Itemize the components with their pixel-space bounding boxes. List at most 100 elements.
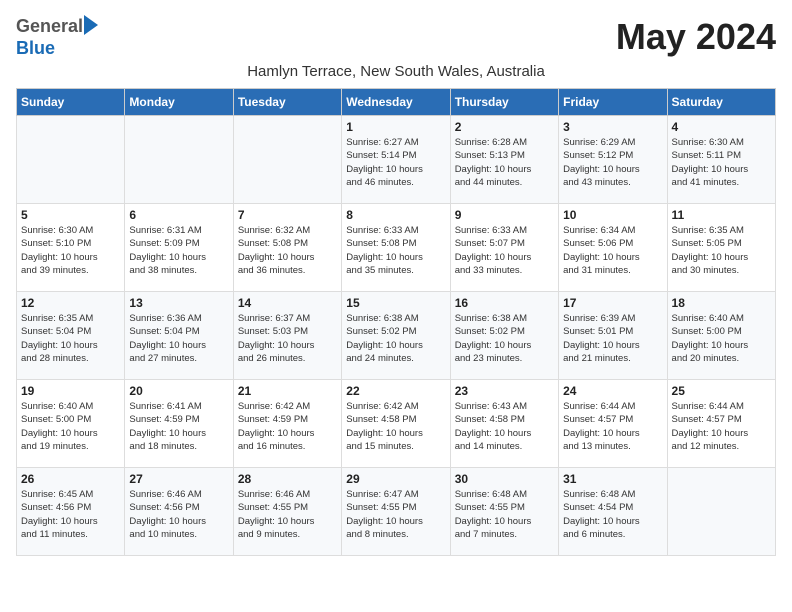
calendar-cell: 27 Sunrise: 6:46 AM Sunset: 4:56 PM Dayli… — [125, 468, 233, 556]
location-title: Hamlyn Terrace, New South Wales, Austral… — [16, 63, 776, 80]
calendar-cell: 19 Sunrise: 6:40 AM Sunset: 5:00 PM Dayli… — [17, 380, 125, 468]
day-info: Sunrise: 6:48 AM Sunset: 4:55 PM Dayligh… — [455, 488, 554, 541]
day-info: Sunrise: 6:47 AM Sunset: 4:55 PM Dayligh… — [346, 488, 445, 541]
day-info: Sunrise: 6:30 AM Sunset: 5:10 PM Dayligh… — [21, 224, 120, 277]
calendar-cell — [667, 468, 775, 556]
day-info: Sunrise: 6:31 AM Sunset: 5:09 PM Dayligh… — [129, 224, 228, 277]
calendar-cell: 29 Sunrise: 6:47 AM Sunset: 4:55 PM Dayli… — [342, 468, 450, 556]
calendar-cell: 16 Sunrise: 6:38 AM Sunset: 5:02 PM Dayli… — [450, 292, 558, 380]
calendar-cell: 2 Sunrise: 6:28 AM Sunset: 5:13 PM Daylig… — [450, 116, 558, 204]
day-number: 4 — [672, 120, 771, 134]
day-number: 29 — [346, 472, 445, 486]
calendar-week-5: 26 Sunrise: 6:45 AM Sunset: 4:56 PM Dayli… — [17, 468, 776, 556]
header-thursday: Thursday — [450, 89, 558, 116]
day-info: Sunrise: 6:30 AM Sunset: 5:11 PM Dayligh… — [672, 136, 771, 189]
calendar-cell: 14 Sunrise: 6:37 AM Sunset: 5:03 PM Dayli… — [233, 292, 341, 380]
day-number: 20 — [129, 384, 228, 398]
day-info: Sunrise: 6:41 AM Sunset: 4:59 PM Dayligh… — [129, 400, 228, 453]
calendar-cell: 11Sunrise: 6:35 AM Sunset: 5:05 PM Dayli… — [667, 204, 775, 292]
day-number: 30 — [455, 472, 554, 486]
day-info: Sunrise: 6:42 AM Sunset: 4:59 PM Dayligh… — [238, 400, 337, 453]
calendar-cell: 15 Sunrise: 6:38 AM Sunset: 5:02 PM Dayli… — [342, 292, 450, 380]
day-number: 25 — [672, 384, 771, 398]
day-info: Sunrise: 6:45 AM Sunset: 4:56 PM Dayligh… — [21, 488, 120, 541]
calendar-cell: 24 Sunrise: 6:44 AM Sunset: 4:57 PM Dayli… — [559, 380, 667, 468]
day-info: Sunrise: 6:40 AM Sunset: 5:00 PM Dayligh… — [672, 312, 771, 365]
calendar-cell: 26 Sunrise: 6:45 AM Sunset: 4:56 PM Dayli… — [17, 468, 125, 556]
logo-blue: Blue — [16, 38, 55, 58]
day-info: Sunrise: 6:44 AM Sunset: 4:57 PM Dayligh… — [672, 400, 771, 453]
calendar-header-row: SundayMondayTuesdayWednesdayThursdayFrid… — [17, 89, 776, 116]
day-number: 9 — [455, 208, 554, 222]
day-info: Sunrise: 6:35 AM Sunset: 5:04 PM Dayligh… — [21, 312, 120, 365]
day-number: 22 — [346, 384, 445, 398]
day-number: 19 — [21, 384, 120, 398]
logo-general: General — [16, 16, 83, 36]
calendar-table: SundayMondayTuesdayWednesdayThursdayFrid… — [16, 88, 776, 556]
day-number: 5 — [21, 208, 120, 222]
day-number: 11 — [672, 208, 771, 222]
calendar-cell: 9 Sunrise: 6:33 AM Sunset: 5:07 PM Daylig… — [450, 204, 558, 292]
day-info: Sunrise: 6:48 AM Sunset: 4:54 PM Dayligh… — [563, 488, 662, 541]
day-number: 27 — [129, 472, 228, 486]
calendar-cell — [17, 116, 125, 204]
month-title: May 2024 — [616, 16, 776, 58]
calendar-week-2: 5 Sunrise: 6:30 AM Sunset: 5:10 PM Daylig… — [17, 204, 776, 292]
day-number: 3 — [563, 120, 662, 134]
calendar-cell: 31Sunrise: 6:48 AM Sunset: 4:54 PM Dayli… — [559, 468, 667, 556]
calendar-cell: 3 Sunrise: 6:29 AM Sunset: 5:12 PM Daylig… — [559, 116, 667, 204]
day-number: 7 — [238, 208, 337, 222]
header-wednesday: Wednesday — [342, 89, 450, 116]
calendar-cell: 13Sunrise: 6:36 AM Sunset: 5:04 PM Dayli… — [125, 292, 233, 380]
calendar-week-4: 19 Sunrise: 6:40 AM Sunset: 5:00 PM Dayli… — [17, 380, 776, 468]
day-number: 12 — [21, 296, 120, 310]
day-number: 16 — [455, 296, 554, 310]
day-info: Sunrise: 6:34 AM Sunset: 5:06 PM Dayligh… — [563, 224, 662, 277]
day-info: Sunrise: 6:27 AM Sunset: 5:14 PM Dayligh… — [346, 136, 445, 189]
calendar-cell: 4 Sunrise: 6:30 AM Sunset: 5:11 PM Daylig… — [667, 116, 775, 204]
day-number: 26 — [21, 472, 120, 486]
day-number: 17 — [563, 296, 662, 310]
header-monday: Monday — [125, 89, 233, 116]
day-info: Sunrise: 6:44 AM Sunset: 4:57 PM Dayligh… — [563, 400, 662, 453]
day-number: 2 — [455, 120, 554, 134]
day-info: Sunrise: 6:28 AM Sunset: 5:13 PM Dayligh… — [455, 136, 554, 189]
calendar-cell: 7 Sunrise: 6:32 AM Sunset: 5:08 PM Daylig… — [233, 204, 341, 292]
header-friday: Friday — [559, 89, 667, 116]
day-info: Sunrise: 6:36 AM Sunset: 5:04 PM Dayligh… — [129, 312, 228, 365]
day-info: Sunrise: 6:46 AM Sunset: 4:56 PM Dayligh… — [129, 488, 228, 541]
header-sunday: Sunday — [17, 89, 125, 116]
day-info: Sunrise: 6:38 AM Sunset: 5:02 PM Dayligh… — [455, 312, 554, 365]
day-number: 21 — [238, 384, 337, 398]
calendar-cell: 5 Sunrise: 6:30 AM Sunset: 5:10 PM Daylig… — [17, 204, 125, 292]
day-info: Sunrise: 6:37 AM Sunset: 5:03 PM Dayligh… — [238, 312, 337, 365]
calendar-week-3: 12 Sunrise: 6:35 AM Sunset: 5:04 PM Dayli… — [17, 292, 776, 380]
calendar-cell — [233, 116, 341, 204]
day-info: Sunrise: 6:43 AM Sunset: 4:58 PM Dayligh… — [455, 400, 554, 453]
day-info: Sunrise: 6:33 AM Sunset: 5:07 PM Dayligh… — [455, 224, 554, 277]
calendar-cell: 21 Sunrise: 6:42 AM Sunset: 4:59 PM Dayli… — [233, 380, 341, 468]
day-number: 24 — [563, 384, 662, 398]
day-info: Sunrise: 6:33 AM Sunset: 5:08 PM Dayligh… — [346, 224, 445, 277]
calendar-cell: 12 Sunrise: 6:35 AM Sunset: 5:04 PM Dayli… — [17, 292, 125, 380]
day-info: Sunrise: 6:40 AM Sunset: 5:00 PM Dayligh… — [21, 400, 120, 453]
day-info: Sunrise: 6:42 AM Sunset: 4:58 PM Dayligh… — [346, 400, 445, 453]
day-number: 23 — [455, 384, 554, 398]
day-info: Sunrise: 6:29 AM Sunset: 5:12 PM Dayligh… — [563, 136, 662, 189]
calendar-cell: 8Sunrise: 6:33 AM Sunset: 5:08 PM Daylig… — [342, 204, 450, 292]
day-info: Sunrise: 6:38 AM Sunset: 5:02 PM Dayligh… — [346, 312, 445, 365]
day-info: Sunrise: 6:46 AM Sunset: 4:55 PM Dayligh… — [238, 488, 337, 541]
day-number: 28 — [238, 472, 337, 486]
calendar-cell: 20 Sunrise: 6:41 AM Sunset: 4:59 PM Dayli… — [125, 380, 233, 468]
day-number: 10 — [563, 208, 662, 222]
day-info: Sunrise: 6:32 AM Sunset: 5:08 PM Dayligh… — [238, 224, 337, 277]
calendar-cell: 1Sunrise: 6:27 AM Sunset: 5:14 PM Daylig… — [342, 116, 450, 204]
calendar-cell: 18Sunrise: 6:40 AM Sunset: 5:00 PM Dayli… — [667, 292, 775, 380]
calendar-body: 1Sunrise: 6:27 AM Sunset: 5:14 PM Daylig… — [17, 116, 776, 556]
day-number: 15 — [346, 296, 445, 310]
day-number: 14 — [238, 296, 337, 310]
header-tuesday: Tuesday — [233, 89, 341, 116]
header-saturday: Saturday — [667, 89, 775, 116]
calendar-cell: 22 Sunrise: 6:42 AM Sunset: 4:58 PM Dayli… — [342, 380, 450, 468]
calendar-week-1: 1Sunrise: 6:27 AM Sunset: 5:14 PM Daylig… — [17, 116, 776, 204]
